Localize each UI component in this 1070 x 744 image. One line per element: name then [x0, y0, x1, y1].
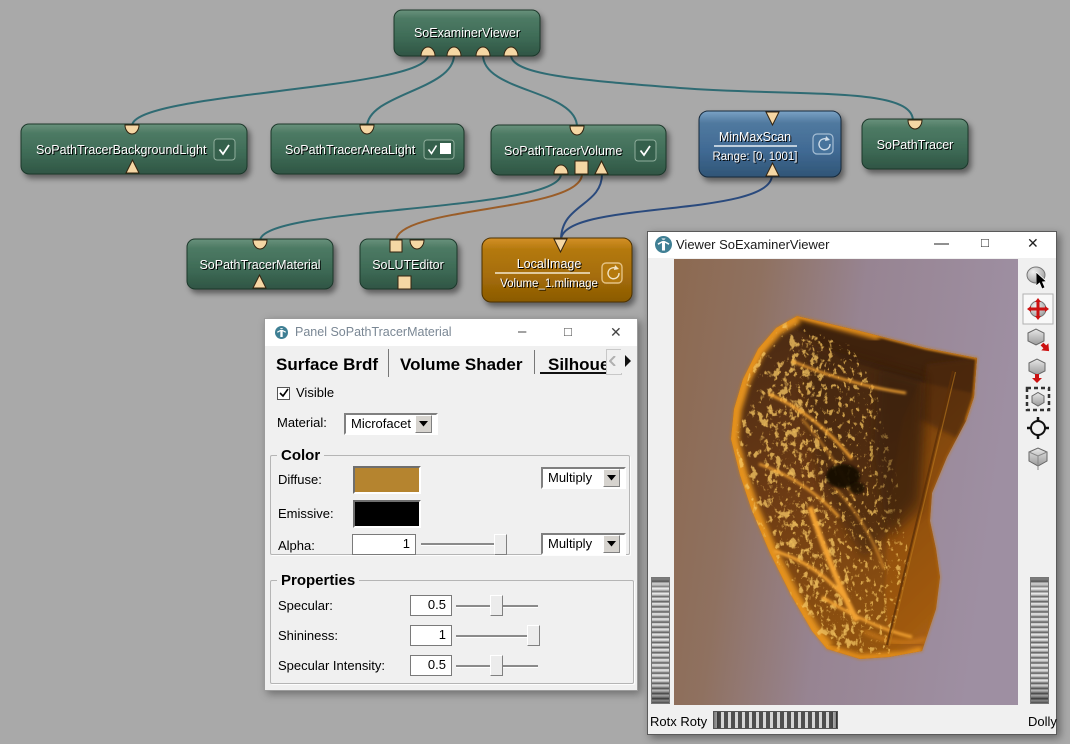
svg-text:Range: [0, 1001]: Range: [0, 1001] — [712, 151, 797, 163]
svg-text:SoLUTEditor: SoLUTEditor — [372, 258, 444, 272]
svg-text:Volume_1.mlimage: Volume_1.mlimage — [500, 278, 598, 290]
svg-text:SoPathTracerMaterial: SoPathTracerMaterial — [199, 258, 320, 272]
svg-text:SoPathTracer: SoPathTracer — [877, 138, 954, 152]
svg-text:SoPathTracerBackgroundLight: SoPathTracerBackgroundLight — [36, 143, 207, 157]
svg-text:SoExaminerViewer: SoExaminerViewer — [414, 26, 520, 40]
svg-text:MinMaxScan: MinMaxScan — [719, 130, 791, 144]
svg-text:SoPathTracerVolume: SoPathTracerVolume — [504, 144, 622, 158]
svg-text:LocalImage: LocalImage — [517, 257, 582, 271]
svg-text:SoPathTracerAreaLight: SoPathTracerAreaLight — [285, 143, 416, 157]
